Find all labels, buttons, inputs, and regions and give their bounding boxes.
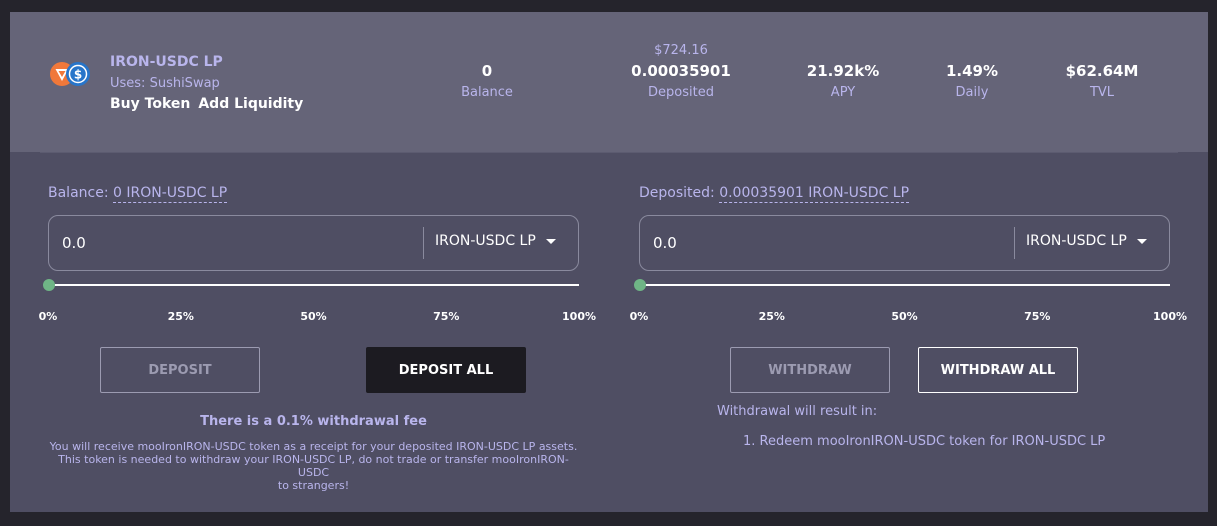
deposited-amount[interactable]: 0.00035901 IRON-USDC LP [719,185,910,203]
tick-label: 25% [758,310,785,323]
pool-links: Buy Token Add Liquidity [110,96,303,112]
deposit-amount-input[interactable]: 0.0 [62,234,86,252]
stat-tvl-label: TVL [1089,85,1115,100]
withdraw-button[interactable]: WITHDRAW [730,347,890,393]
withdraw-slider[interactable] [634,278,1170,292]
deposited-balance-label: Deposited: 0.00035901 IRON-USDC LP [639,185,910,203]
stat-balance: 0 Balance [461,62,513,100]
stat-deposited-value: 0.00035901 [631,62,731,80]
withdraw-token-label: IRON-USDC LP [1026,233,1127,249]
withdrawal-result-title: Withdrawal will result in: [717,404,878,419]
tick-label: 50% [300,310,327,323]
deposited-prefix: Deposited: [639,185,715,201]
tick-label: 25% [167,310,194,323]
vault-card: $ IRON-USDC LP Uses: SushiSwap Buy Token… [10,12,1208,512]
deposit-balance-prefix: Balance: [48,185,109,201]
deposit-balance-amount[interactable]: 0 IRON-USDC LP [113,185,228,203]
deposit-panel: Balance: 0 IRON-USDC LP 0.0 IRON-USDC LP… [39,152,596,512]
slider-thumb[interactable] [634,279,646,291]
caret-down-icon [545,238,556,244]
stat-balance-value: 0 [481,62,493,80]
deposit-slider-ticks: 0% 25% 50% 75% 100% [39,310,596,324]
receipt-note-line: to strangers! [277,479,350,492]
withdraw-all-button[interactable]: WITHDRAW ALL [918,347,1078,393]
deposit-token-select[interactable]: IRON-USDC LP [435,233,556,249]
tick-label: 0% [38,310,58,323]
tick-label: 100% [1153,310,1187,323]
deposit-balance-label: Balance: 0 IRON-USDC LP [48,185,228,203]
stat-balance-label: Balance [461,85,513,100]
tick-label: 100% [562,310,596,323]
pool-name: IRON-USDC LP [110,54,223,70]
stat-deposited-usd: $724.16 [654,43,708,58]
stat-daily: 1.49% Daily [946,62,998,100]
receipt-token-note: You will receive mooIronIRON-USDC token … [48,440,579,492]
tick-label: 0% [629,310,649,323]
slider-track [48,284,579,286]
deposit-token-label: IRON-USDC LP [435,233,536,249]
deposit-button[interactable]: DEPOSIT [100,347,260,393]
withdraw-slider-ticks: 0% 25% 50% 75% 100% [630,310,1187,324]
deposit-input-box: 0.0 IRON-USDC LP [48,215,579,271]
token-pair-logo: $ [50,62,90,86]
receipt-note-line: You will receive mooIronIRON-USDC token … [49,440,578,453]
stat-apy: 21.92k% APY [807,62,879,100]
buy-token-link[interactable]: Buy Token [110,96,190,112]
stat-daily-value: 1.49% [945,62,999,80]
tick-label: 50% [891,310,918,323]
input-separator [423,227,424,259]
withdrawal-result-item: 1. Redeem mooIronIRON-USDC token for IRO… [743,434,1106,449]
pool-platform: Uses: SushiSwap [110,76,220,91]
svg-text:$: $ [74,68,82,82]
deposit-all-button[interactable]: DEPOSIT ALL [366,347,526,393]
withdraw-input-box: 0.0 IRON-USDC LP [639,215,1170,271]
withdraw-token-select[interactable]: IRON-USDC LP [1026,233,1147,249]
stat-deposited: 0.00035901 Deposited [631,62,731,100]
receipt-note-line: This token is needed to withdraw your IR… [58,453,569,479]
deposit-slider[interactable] [43,278,579,292]
add-liquidity-link[interactable]: Add Liquidity [198,96,303,112]
tick-label: 75% [1024,310,1051,323]
caret-down-icon [1136,238,1147,244]
stat-apy-value: 21.92k% [806,62,880,80]
withdraw-panel: Deposited: 0.00035901 IRON-USDC LP 0.0 I… [630,152,1187,512]
input-separator [1014,227,1015,259]
withdraw-amount-input[interactable]: 0.0 [653,234,677,252]
stat-daily-label: Daily [955,85,989,100]
stat-deposited-label: Deposited [648,85,714,100]
slider-thumb[interactable] [43,279,55,291]
stat-tvl-value: $62.64M [1065,62,1139,80]
vault-header[interactable]: $ IRON-USDC LP Uses: SushiSwap Buy Token… [10,12,1208,152]
stat-tvl: $62.64M TVL [1066,62,1139,100]
tick-label: 75% [433,310,460,323]
stat-apy-label: APY [830,85,856,100]
usdc-token-icon: $ [66,62,90,86]
withdrawal-fee-notice: There is a 0.1% withdrawal fee [200,414,427,429]
slider-track [639,284,1170,286]
